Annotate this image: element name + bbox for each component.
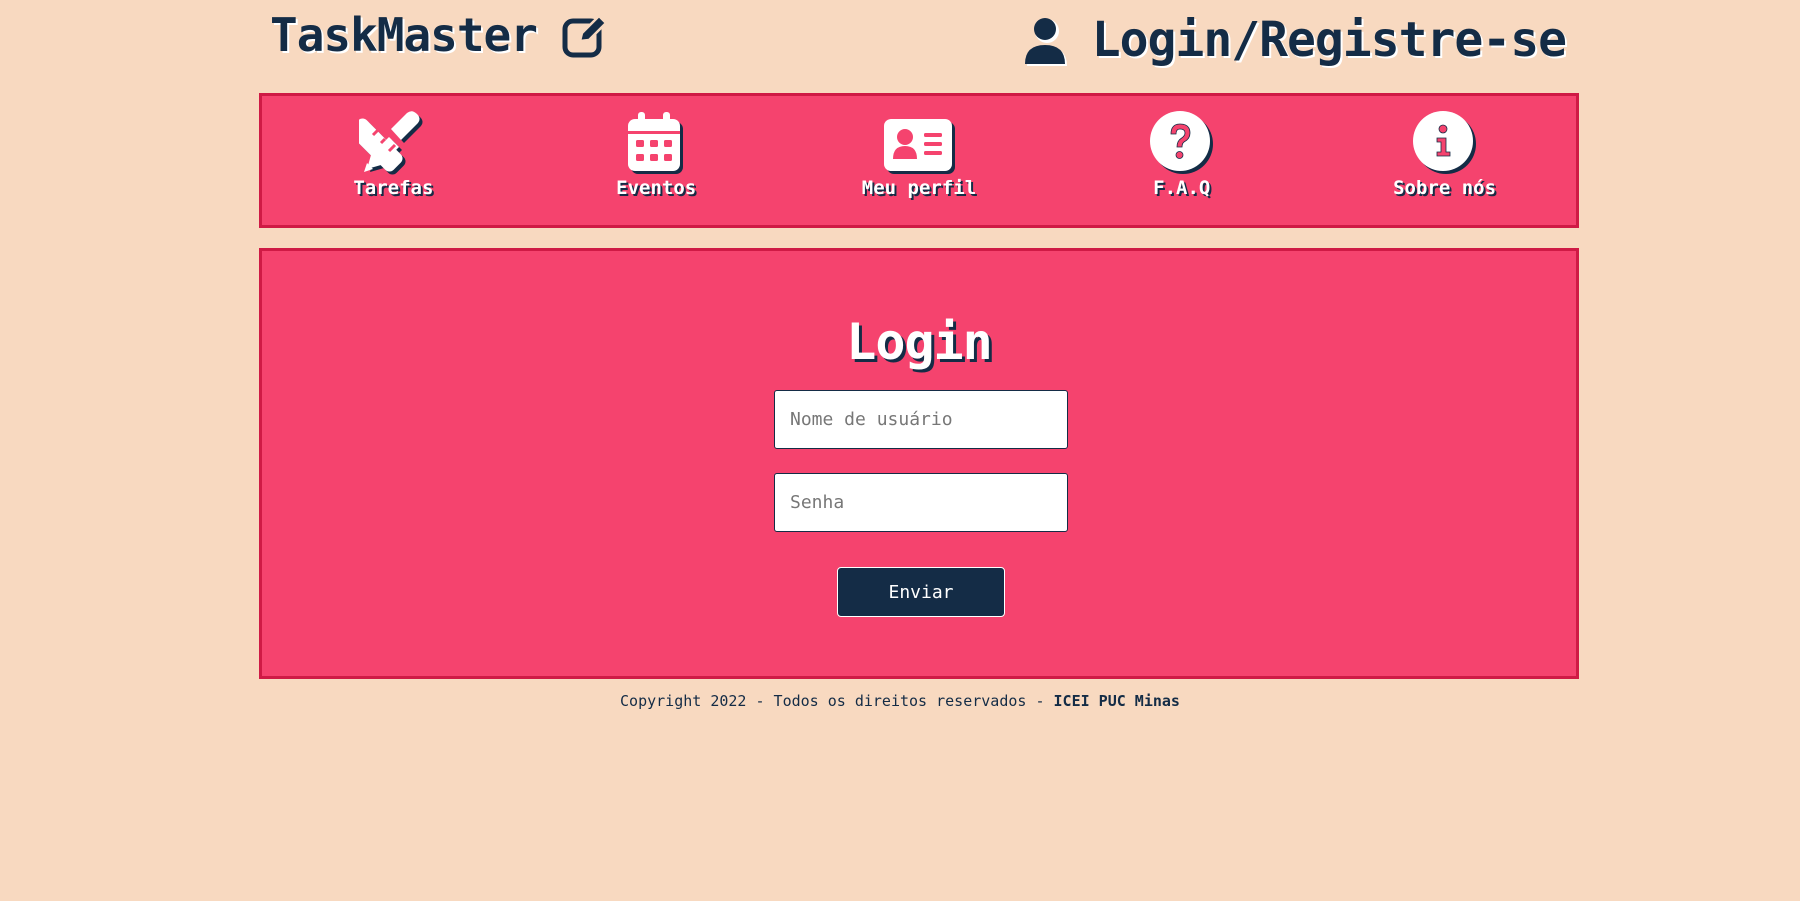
info-circle-icon [1412,110,1477,175]
login-panel: Login Enviar [259,248,1579,679]
page-title: Login [846,313,993,371]
brand: TaskMaster [270,8,609,62]
nav-item-label: Eventos [616,176,697,199]
nav-item-eventos[interactable]: Eventos [571,111,741,199]
footer-organization: ICEI PUC Minas [1053,692,1180,710]
login-register-label: Login/Registre-se [1091,12,1567,68]
brand-title: TaskMaster [270,8,538,62]
site-header: TaskMaster Login/Registre-se [0,0,1800,90]
pencil-ruler-icon [359,110,427,175]
user-icon [1024,18,1068,66]
nav-item-label: Tarefas [353,176,434,199]
main-nav: Tarefas Eventos Meu perfil F.A.Q Sobre n… [259,93,1579,228]
pen-to-square-icon [561,12,609,60]
nav-item-meu-perfil[interactable]: Meu perfil [834,111,1004,199]
site-footer: Copyright 2022 - Todos os direitos reser… [0,692,1800,710]
nav-item-faq[interactable]: F.A.Q [1097,110,1267,199]
calendar-icon [626,111,686,175]
nav-item-label: Sobre nós [1393,176,1497,199]
nav-item-label: F.A.Q [1153,176,1211,199]
login-register-link[interactable]: Login/Registre-se [1024,12,1567,68]
copyright-text: Copyright 2022 - Todos os direitos reser… [620,692,1054,710]
nav-item-sobre-nos[interactable]: Sobre nós [1360,110,1530,199]
id-card-icon [882,111,956,175]
nav-item-tarefas[interactable]: Tarefas [308,110,478,199]
nav-item-label: Meu perfil [861,176,977,199]
submit-button[interactable]: Enviar [837,567,1005,617]
question-circle-icon [1149,110,1214,175]
password-input[interactable] [774,473,1068,532]
username-input[interactable] [774,390,1068,449]
